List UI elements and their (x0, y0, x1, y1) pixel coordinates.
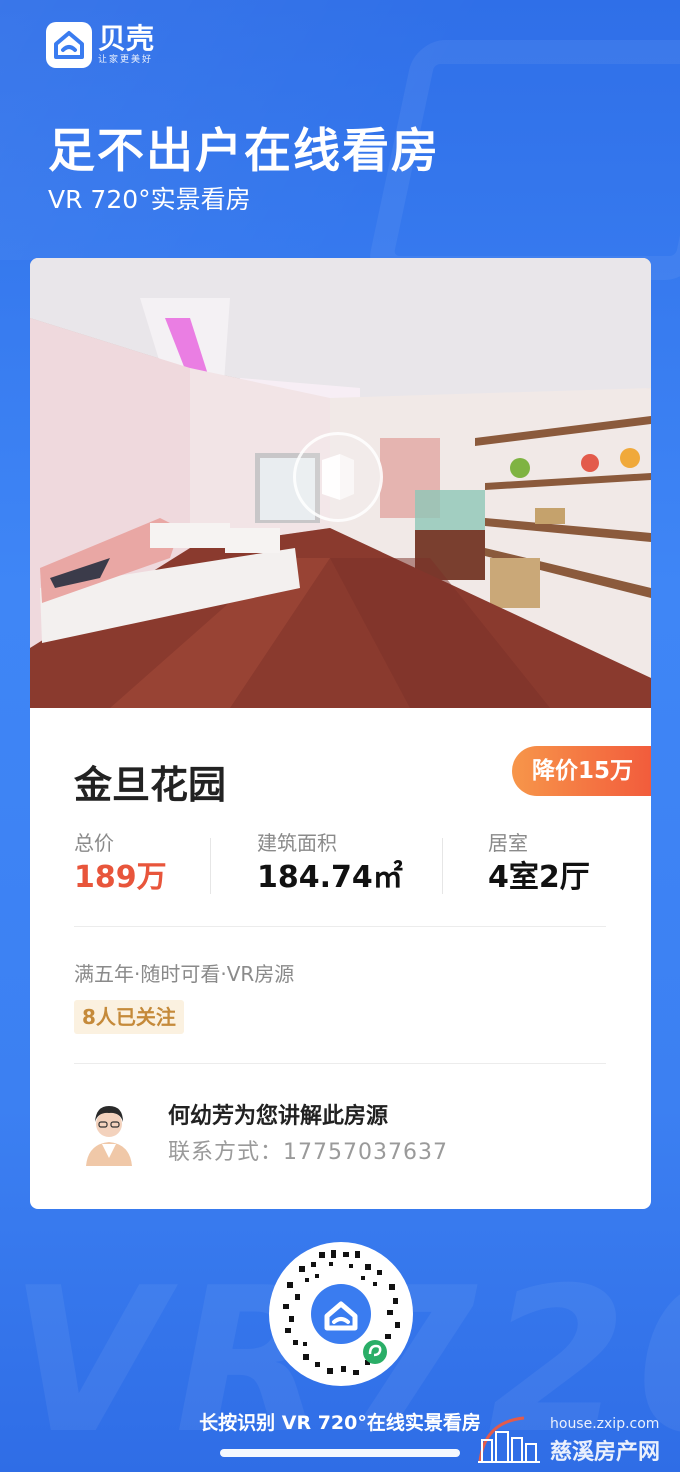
stat-label: 居室 (488, 831, 528, 855)
brand-logo: 贝壳 让家更美好 (46, 22, 154, 68)
price-cut-badge: 降价15万 (511, 746, 651, 796)
stat-value: 189万 (74, 860, 167, 895)
listing-card[interactable]: 金旦花园 降价15万 总价 189万 建筑面积 184.74㎡ 居室 4室2厅 … (30, 258, 651, 1209)
divider (74, 926, 606, 927)
vr-room-photo[interactable] (30, 258, 651, 708)
listing-tags: 满五年·随时可看·VR房源 (74, 962, 295, 986)
divider (74, 1063, 606, 1064)
hero-subline: VR 720°实景看房 (48, 185, 251, 214)
agent-contact[interactable]: 联系方式：17757037637 (168, 1134, 448, 1166)
hero-headline: 足不出户在线看房 (48, 124, 440, 179)
stat-room-layout: 居室 4室2厅 (488, 830, 590, 900)
stat-floor-area: 建筑面积 184.74㎡ (257, 830, 403, 900)
listing-stats: 总价 189万 建筑面积 184.74㎡ 居室 4室2厅 (74, 830, 614, 900)
agent-title: 何幼芳为您讲解此房源 (168, 1104, 389, 1129)
watermark-building-icon (478, 1416, 540, 1463)
agent-avatar[interactable] (80, 1098, 138, 1166)
stat-total-price: 总价 189万 (74, 830, 167, 900)
mini-program-qr-code[interactable] (269, 1242, 413, 1386)
followers-badge: 8人已关注 (74, 1000, 184, 1034)
stat-label: 总价 (74, 831, 114, 855)
home-indicator[interactable] (220, 1449, 460, 1457)
vr-play-button[interactable] (293, 432, 383, 522)
stat-divider (210, 838, 211, 894)
listing-title: 金旦花园 (74, 763, 227, 807)
brand-name: 贝壳 (98, 22, 155, 55)
stat-value: 184.74㎡ (257, 860, 403, 895)
watermark-url: house.zxip.com (550, 1416, 660, 1432)
brand-slogan: 让家更美好 (98, 55, 154, 65)
site-watermark: house.zxip.com 慈溪房产网 (474, 1412, 680, 1468)
stat-value: 4室2厅 (488, 860, 590, 895)
stat-divider (442, 838, 443, 894)
stat-label: 建筑面积 (257, 831, 337, 855)
beike-logo-icon (46, 22, 92, 68)
watermark-name: 慈溪房产网 (550, 1440, 661, 1465)
vr-play-icon (322, 454, 354, 500)
